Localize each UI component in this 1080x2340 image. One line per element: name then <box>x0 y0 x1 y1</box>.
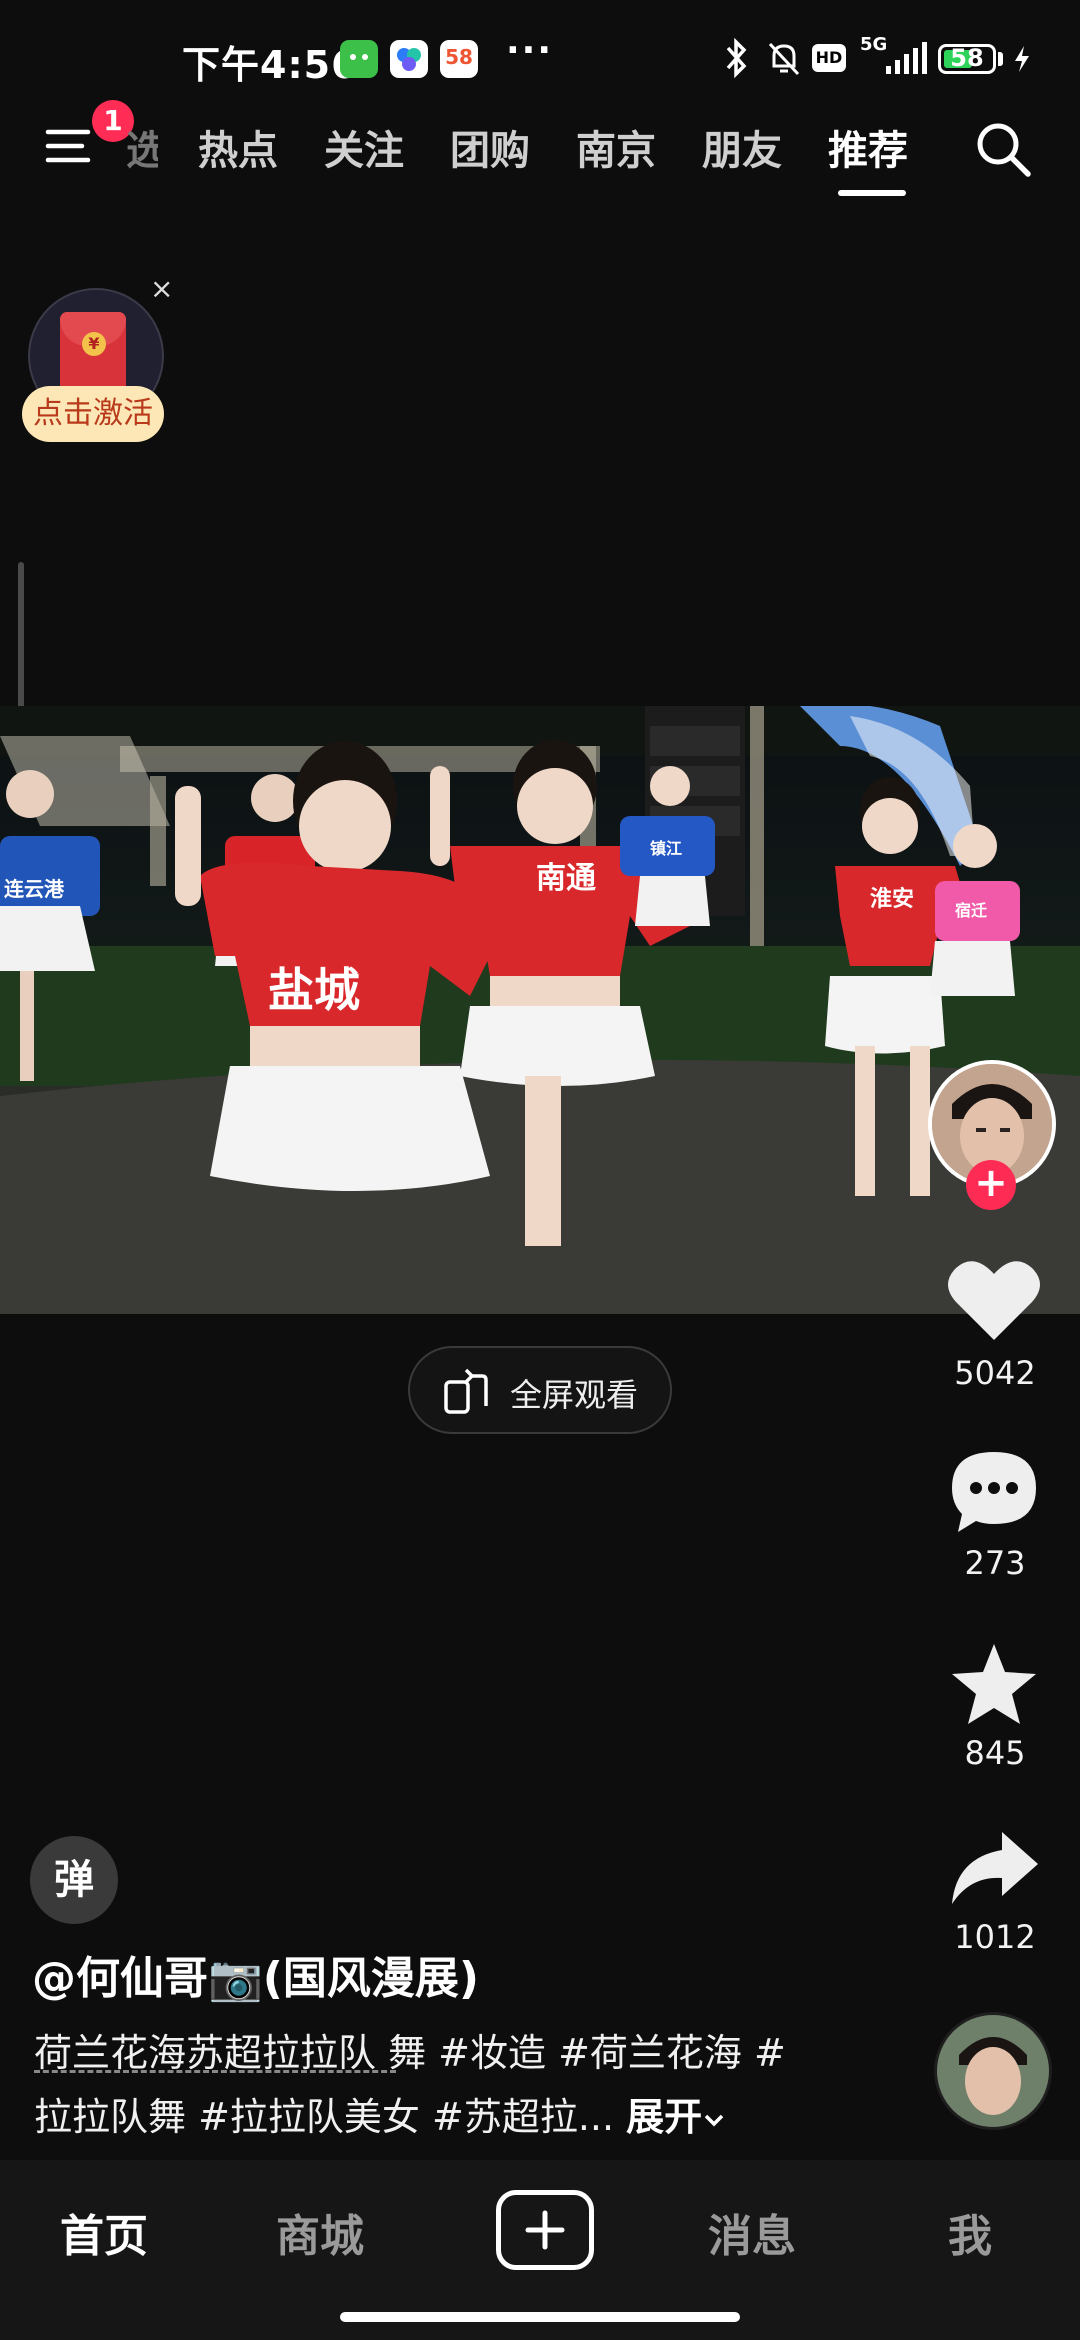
music-disc-avatar[interactable] <box>934 2012 1052 2130</box>
nav-messages[interactable]: 消息 <box>708 2200 796 2264</box>
nav-mall[interactable]: 商城 <box>276 2200 364 2264</box>
create-post-button[interactable] <box>496 2190 594 2270</box>
rotate-screen-icon <box>444 1368 488 1414</box>
chevron-down-icon <box>704 2114 724 2126</box>
tab-partial[interactable]: 选 <box>126 118 158 176</box>
more-notifications-icon: ··· <box>506 30 554 71</box>
tab-hot[interactable]: 热点 <box>198 118 278 176</box>
bluetooth-icon <box>726 38 747 78</box>
like-count: 5042 <box>954 1354 1036 1392</box>
comment-icon[interactable] <box>948 1448 1040 1536</box>
active-tab-indicator <box>838 190 906 196</box>
like-heart-icon[interactable] <box>946 1256 1042 1344</box>
browser-app-icon <box>390 40 428 78</box>
favorite-star-icon[interactable] <box>948 1640 1040 1728</box>
signal-icon <box>886 42 927 74</box>
jersey-text-zhenjiang: 镇江 <box>650 839 682 858</box>
tab-following[interactable]: 关注 <box>324 118 404 176</box>
mute-bell-icon <box>768 42 800 76</box>
hd-icon: HD <box>812 44 846 72</box>
nav-home[interactable]: 首页 <box>60 2200 148 2264</box>
jersey-text-nantong: 南通 <box>536 861 596 896</box>
tab-group-buy[interactable]: 团购 <box>450 118 530 176</box>
comment-count: 273 <box>964 1544 1026 1582</box>
battery-level: 58 <box>950 44 984 72</box>
app-58-icon: 58 <box>440 40 478 78</box>
menu-button[interactable] <box>44 118 100 174</box>
follow-button[interactable]: + <box>966 1160 1016 1210</box>
activate-button[interactable]: 点击激活 <box>22 386 164 442</box>
jersey-text-yancheng: 盐城 <box>268 963 360 1017</box>
caption-line-2-text: 拉拉队舞 #拉拉队美女 #苏超拉... <box>34 2095 627 2139</box>
tab-nanjing[interactable]: 南京 <box>576 118 656 176</box>
danmaku-toggle-button[interactable]: 弹 <box>30 1836 118 1924</box>
fullscreen-label: 全屏观看 <box>510 1376 639 1414</box>
favorite-count: 845 <box>964 1734 1026 1772</box>
tab-friends[interactable]: 朋友 <box>702 118 782 176</box>
share-arrow-icon[interactable] <box>946 1828 1042 1908</box>
author-name[interactable]: @何仙哥📷(国风漫展) <box>32 1942 479 2006</box>
fullscreen-button[interactable]: 全屏观看 <box>408 1346 672 1434</box>
jersey-text-huaian: 淮安 <box>870 886 914 912</box>
jersey-text-lianyungang: 连云港 <box>4 877 65 901</box>
video-player[interactable]: 盐城 南通 淮安 连云港 镇江 宿迁 <box>0 706 1080 1314</box>
expand-button[interactable]: 展开 <box>626 2095 702 2139</box>
battery-cap <box>998 52 1003 66</box>
search-icon[interactable] <box>972 118 1034 180</box>
wechat-app-icon <box>340 40 378 78</box>
status-time: 下午4:56 <box>182 43 359 87</box>
coin-icon: ¥ <box>82 332 106 356</box>
share-count: 1012 <box>954 1918 1036 1956</box>
battery-icon: 58 <box>938 44 996 74</box>
jersey-text-suqian: 宿迁 <box>955 901 987 920</box>
tab-recommend[interactable]: 推荐 <box>828 118 908 176</box>
plus-icon <box>525 2210 565 2250</box>
caption-link-underline <box>34 2070 396 2073</box>
home-indicator[interactable] <box>340 2312 740 2322</box>
close-icon[interactable]: × <box>150 272 173 305</box>
charging-icon <box>1015 46 1029 72</box>
caption-line-2[interactable]: 拉拉队舞 #拉拉队美女 #苏超拉... 展开 <box>34 2086 726 2141</box>
nav-me[interactable]: 我 <box>948 2200 992 2264</box>
side-scroll-indicator <box>18 562 24 712</box>
caption-line-1[interactable]: 荷兰花海苏超拉拉队 舞 #妆造 #荷兰花海 # <box>34 2022 786 2077</box>
